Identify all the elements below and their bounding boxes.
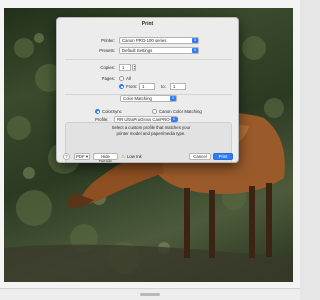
colorsync-radio[interactable] [95,109,100,114]
copies-input[interactable]: 1 [119,64,131,71]
dialog-title: Print [141,21,154,27]
colorsync-label: ColorSync [102,109,122,114]
warning-icon: ⚠ [121,154,125,159]
hide-details-button[interactable]: Hide Details [93,153,118,162]
canon-matching-radio[interactable] [152,109,157,114]
print-dialog: Print Printer: Canon PRO-100 series ⇕ Pr… [56,17,239,163]
low-ink-label: Low Ink [127,154,142,159]
step-down-icon: ▼ [133,66,136,71]
copies-stepper[interactable]: ▲ ▼ [132,64,136,71]
separator [65,59,232,60]
profile-popup[interactable]: RR UltraProGloss CanPRO-100 ⇕ [114,116,178,123]
popup-arrows-icon: ⇕ [192,38,198,43]
printer-value: Canon PRO-100 series [122,38,167,43]
print-button[interactable]: Print [213,153,233,160]
printer-label: Printer: [101,38,115,43]
printer-popup[interactable]: Canon PRO-100 series ⇕ [119,37,199,44]
pages-from-input[interactable]: 1 [139,83,155,90]
pages-from-label: From: [126,84,138,89]
popup-arrows-icon: ⇕ [171,117,177,122]
pdf-arrow-icon: ▾ [85,154,88,159]
section-value: Color Matching [123,96,152,101]
popup-arrows-icon: ⇕ [170,96,176,101]
pages-to-label: to: [161,84,166,89]
pages-to-input[interactable]: 1 [170,83,186,90]
profile-note: Select a custom profile that matches you… [111,125,191,136]
pdf-label: PDF [76,154,85,159]
section-popup[interactable]: Color Matching ⇕ [120,95,177,102]
presets-label: Presets: [99,48,115,53]
canon-matching-label: Canon Color Matching [159,109,202,114]
pages-range-radio[interactable] [119,84,124,89]
profile-value: RR UltraProGloss CanPRO-100 [117,117,179,122]
presets-value: Default Settings [122,48,153,53]
bottom-bar [0,288,300,300]
pdf-button[interactable]: PDF ▾ [74,153,90,160]
pages-all-label: All [126,76,131,81]
cancel-button[interactable]: Cancel [189,153,211,160]
bottom-handle[interactable] [140,293,160,296]
help-button[interactable]: ? [63,153,70,160]
profile-label: Profile: [95,117,109,122]
copies-label: Copies: [100,65,115,70]
presets-popup[interactable]: Default Settings ⇕ [119,47,199,54]
pages-label: Pages: [101,76,115,81]
pages-all-radio[interactable] [119,76,124,81]
popup-arrows-icon: ⇕ [192,48,198,53]
